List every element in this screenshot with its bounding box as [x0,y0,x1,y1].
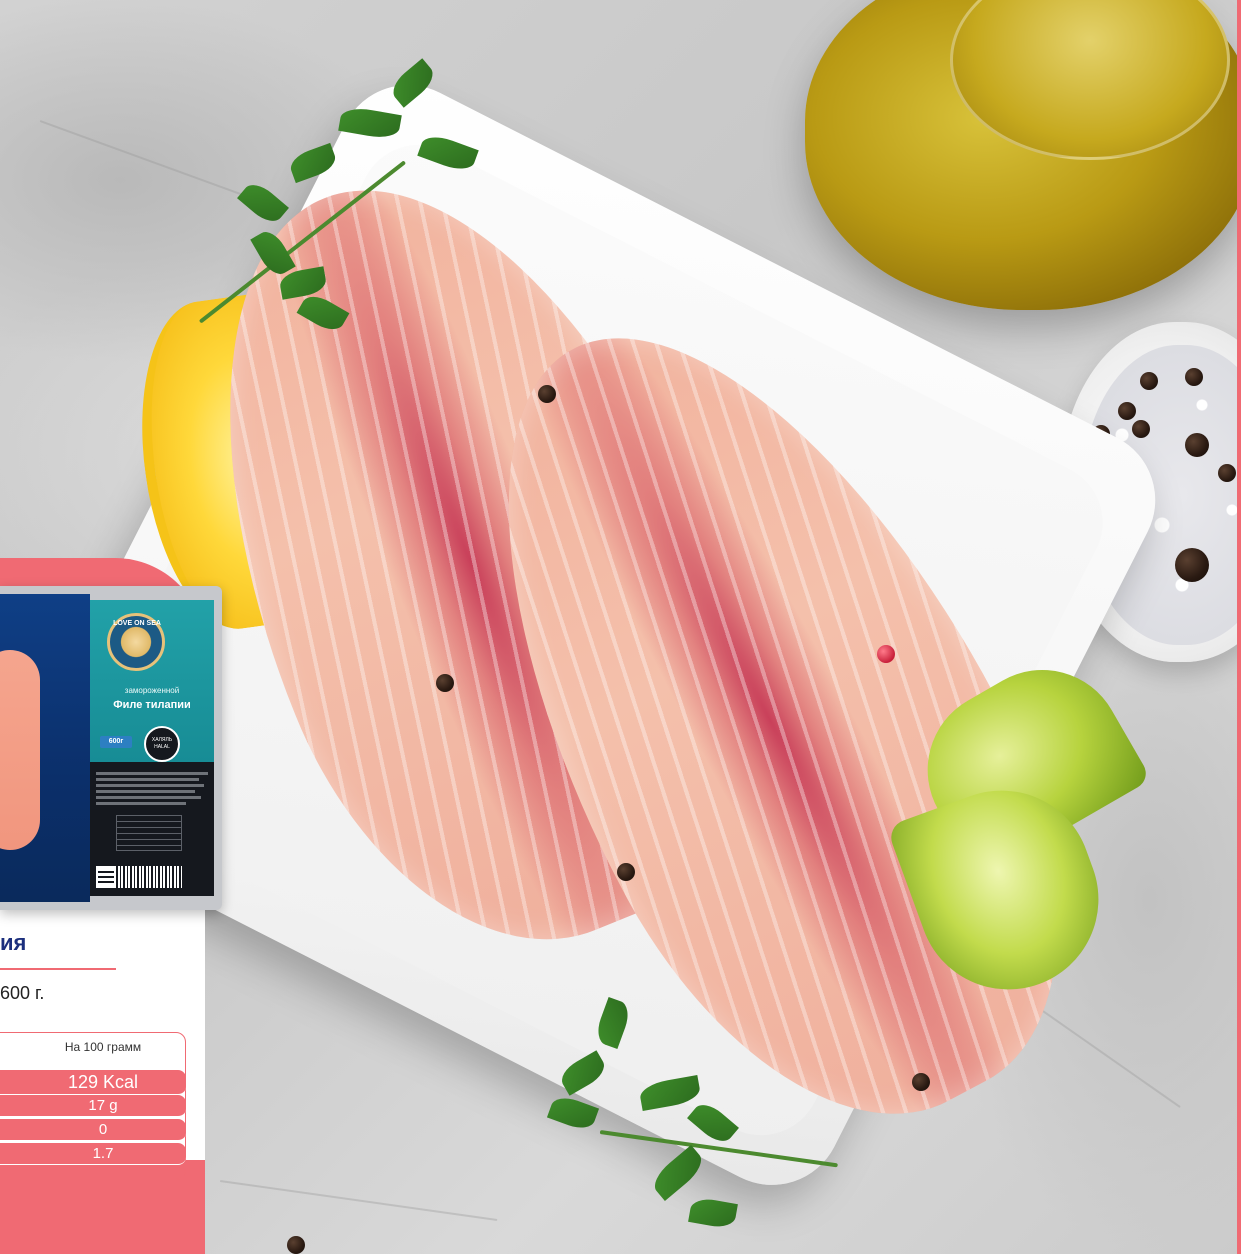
peppercorn [1132,420,1150,438]
package-ingredients-text [96,772,208,808]
peppercorn [1218,464,1236,482]
peppercorn [1118,402,1136,420]
nutrition-row-fat: 1.7 [0,1143,186,1165]
nutrition-value: 17 g [88,1097,118,1114]
product-weight: 600 г. [0,983,45,1003]
nutrition-row-calories: 129 Kcal [0,1070,186,1095]
qr-code-icon [96,866,116,888]
peppercorn [1185,368,1203,386]
accent-edge [1237,0,1241,1254]
peppercorn [1175,548,1209,582]
nutrition-value: 0 [98,1121,108,1138]
package-product-name: Филе тилапии [113,699,191,711]
peppercorn [912,1073,930,1091]
peppercorn [287,1236,305,1254]
nutrition-row-protein: 17 g [0,1095,186,1117]
nutrition-table-header: На 100 грамм [64,1040,142,1054]
nutrition-value: 129 Kcal [67,1072,139,1092]
peppercorn [436,674,454,692]
peppercorn [617,863,635,881]
package-weight-badge: 600г [100,736,132,748]
peppercorn [1185,433,1209,457]
halal-badge-icon: ХАЛЯЛЬ HALAL [144,726,180,762]
peppercorn [1140,372,1158,390]
pink-peppercorn [877,645,895,663]
nutrition-row-carbs: 0 [0,1119,186,1141]
brand-logo-text: LOVE ON SEA [113,620,161,627]
package-fish-image [0,650,40,850]
package-nutrition-table [116,815,182,851]
peppercorn [538,385,556,403]
barcode-icon [118,866,182,888]
package-frozen-label: замороженной [124,686,180,695]
title-divider [0,968,116,970]
product-title: ия [0,930,27,955]
nutrition-value: 1.7 [92,1145,114,1162]
